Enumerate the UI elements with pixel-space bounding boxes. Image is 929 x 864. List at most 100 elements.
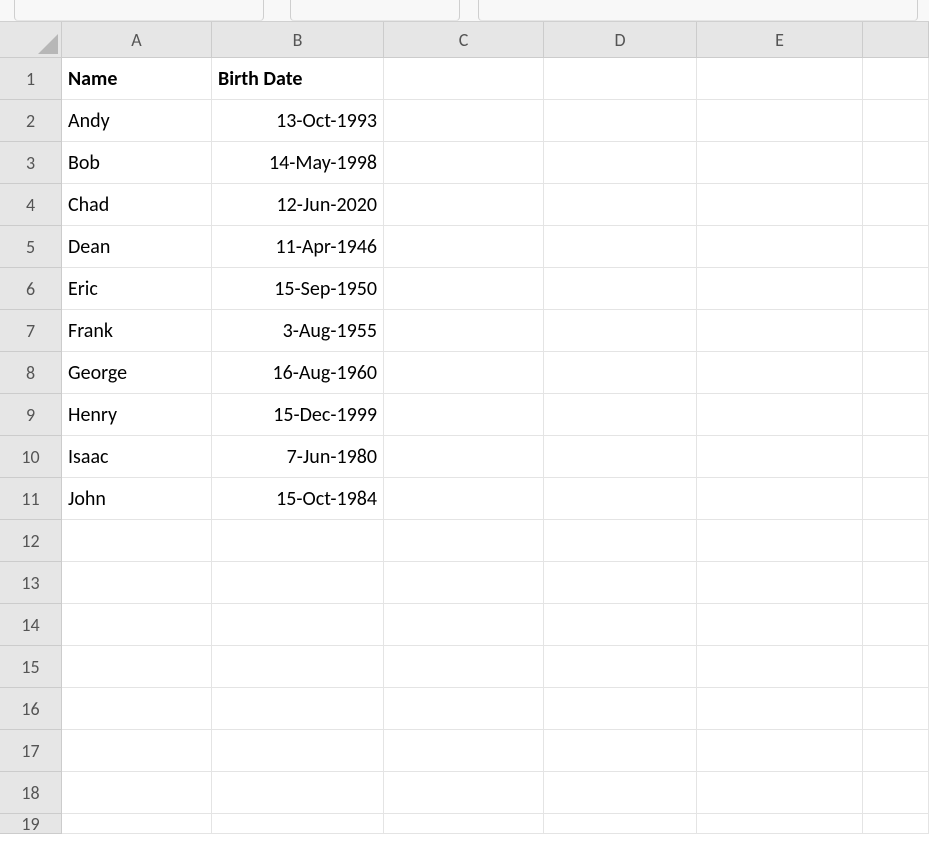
cell-C3[interactable]: [384, 142, 544, 184]
cell-D15[interactable]: [544, 646, 697, 688]
cell-E10[interactable]: [697, 436, 863, 478]
cell-F4[interactable]: [863, 184, 929, 226]
cell-C18[interactable]: [384, 772, 544, 814]
cell-E6[interactable]: [697, 268, 863, 310]
row-header-7[interactable]: 7: [0, 310, 62, 352]
cell-B15[interactable]: [212, 646, 384, 688]
cell-D6[interactable]: [544, 268, 697, 310]
cell-E12[interactable]: [697, 520, 863, 562]
cell-C7[interactable]: [384, 310, 544, 352]
cell-A10[interactable]: Isaac: [62, 436, 212, 478]
row-header-15[interactable]: 15: [0, 646, 62, 688]
cell-F6[interactable]: [863, 268, 929, 310]
cell-D17[interactable]: [544, 730, 697, 772]
cell-D2[interactable]: [544, 100, 697, 142]
cell-B10[interactable]: 7-Jun-1980: [212, 436, 384, 478]
cell-A12[interactable]: [62, 520, 212, 562]
cell-C10[interactable]: [384, 436, 544, 478]
cell-A18[interactable]: [62, 772, 212, 814]
cell-B14[interactable]: [212, 604, 384, 646]
cell-C9[interactable]: [384, 394, 544, 436]
cell-E11[interactable]: [697, 478, 863, 520]
cell-D8[interactable]: [544, 352, 697, 394]
cell-F9[interactable]: [863, 394, 929, 436]
cell-A9[interactable]: Henry: [62, 394, 212, 436]
cell-C13[interactable]: [384, 562, 544, 604]
cell-F2[interactable]: [863, 100, 929, 142]
cell-E9[interactable]: [697, 394, 863, 436]
row-header-6[interactable]: 6: [0, 268, 62, 310]
row-header-18[interactable]: 18: [0, 772, 62, 814]
cell-D5[interactable]: [544, 226, 697, 268]
cell-A13[interactable]: [62, 562, 212, 604]
cell-D16[interactable]: [544, 688, 697, 730]
cell-C16[interactable]: [384, 688, 544, 730]
cell-A5[interactable]: Dean: [62, 226, 212, 268]
row-header-10[interactable]: 10: [0, 436, 62, 478]
cell-A1[interactable]: Name: [62, 58, 212, 100]
row-header-2[interactable]: 2: [0, 100, 62, 142]
cell-D9[interactable]: [544, 394, 697, 436]
cell-D12[interactable]: [544, 520, 697, 562]
row-header-12[interactable]: 12: [0, 520, 62, 562]
cell-D4[interactable]: [544, 184, 697, 226]
column-header-D[interactable]: D: [544, 22, 697, 58]
cell-A8[interactable]: George: [62, 352, 212, 394]
cell-E18[interactable]: [697, 772, 863, 814]
cell-B12[interactable]: [212, 520, 384, 562]
cell-E7[interactable]: [697, 310, 863, 352]
column-header-C[interactable]: C: [384, 22, 544, 58]
row-header-19[interactable]: 19: [0, 814, 62, 834]
cell-A7[interactable]: Frank: [62, 310, 212, 352]
cell-E2[interactable]: [697, 100, 863, 142]
cell-D13[interactable]: [544, 562, 697, 604]
cell-B16[interactable]: [212, 688, 384, 730]
cell-E17[interactable]: [697, 730, 863, 772]
cell-C17[interactable]: [384, 730, 544, 772]
cell-A14[interactable]: [62, 604, 212, 646]
cell-B6[interactable]: 15-Sep-1950: [212, 268, 384, 310]
row-header-5[interactable]: 5: [0, 226, 62, 268]
cell-D14[interactable]: [544, 604, 697, 646]
cell-A6[interactable]: Eric: [62, 268, 212, 310]
cell-B2[interactable]: 13-Oct-1993: [212, 100, 384, 142]
cell-C8[interactable]: [384, 352, 544, 394]
cell-B19[interactable]: [212, 814, 384, 834]
cell-F10[interactable]: [863, 436, 929, 478]
row-header-17[interactable]: 17: [0, 730, 62, 772]
cell-C1[interactable]: [384, 58, 544, 100]
cell-E1[interactable]: [697, 58, 863, 100]
row-header-9[interactable]: 9: [0, 394, 62, 436]
cell-C19[interactable]: [384, 814, 544, 834]
cell-D10[interactable]: [544, 436, 697, 478]
cell-F3[interactable]: [863, 142, 929, 184]
cell-E15[interactable]: [697, 646, 863, 688]
cell-B17[interactable]: [212, 730, 384, 772]
cell-B7[interactable]: 3-Aug-1955: [212, 310, 384, 352]
cell-F16[interactable]: [863, 688, 929, 730]
cell-B11[interactable]: 15-Oct-1984: [212, 478, 384, 520]
cell-C5[interactable]: [384, 226, 544, 268]
cell-E4[interactable]: [697, 184, 863, 226]
cell-B4[interactable]: 12-Jun-2020: [212, 184, 384, 226]
cell-D7[interactable]: [544, 310, 697, 352]
row-header-4[interactable]: 4: [0, 184, 62, 226]
cell-F8[interactable]: [863, 352, 929, 394]
cell-A15[interactable]: [62, 646, 212, 688]
cell-B8[interactable]: 16-Aug-1960: [212, 352, 384, 394]
cell-E8[interactable]: [697, 352, 863, 394]
cell-D1[interactable]: [544, 58, 697, 100]
select-all-corner[interactable]: [0, 22, 62, 58]
cell-F5[interactable]: [863, 226, 929, 268]
cell-C12[interactable]: [384, 520, 544, 562]
cell-F1[interactable]: [863, 58, 929, 100]
cell-F17[interactable]: [863, 730, 929, 772]
row-header-13[interactable]: 13: [0, 562, 62, 604]
cell-E3[interactable]: [697, 142, 863, 184]
cell-A17[interactable]: [62, 730, 212, 772]
cell-C15[interactable]: [384, 646, 544, 688]
cell-E16[interactable]: [697, 688, 863, 730]
cell-A19[interactable]: [62, 814, 212, 834]
cell-B18[interactable]: [212, 772, 384, 814]
row-header-8[interactable]: 8: [0, 352, 62, 394]
